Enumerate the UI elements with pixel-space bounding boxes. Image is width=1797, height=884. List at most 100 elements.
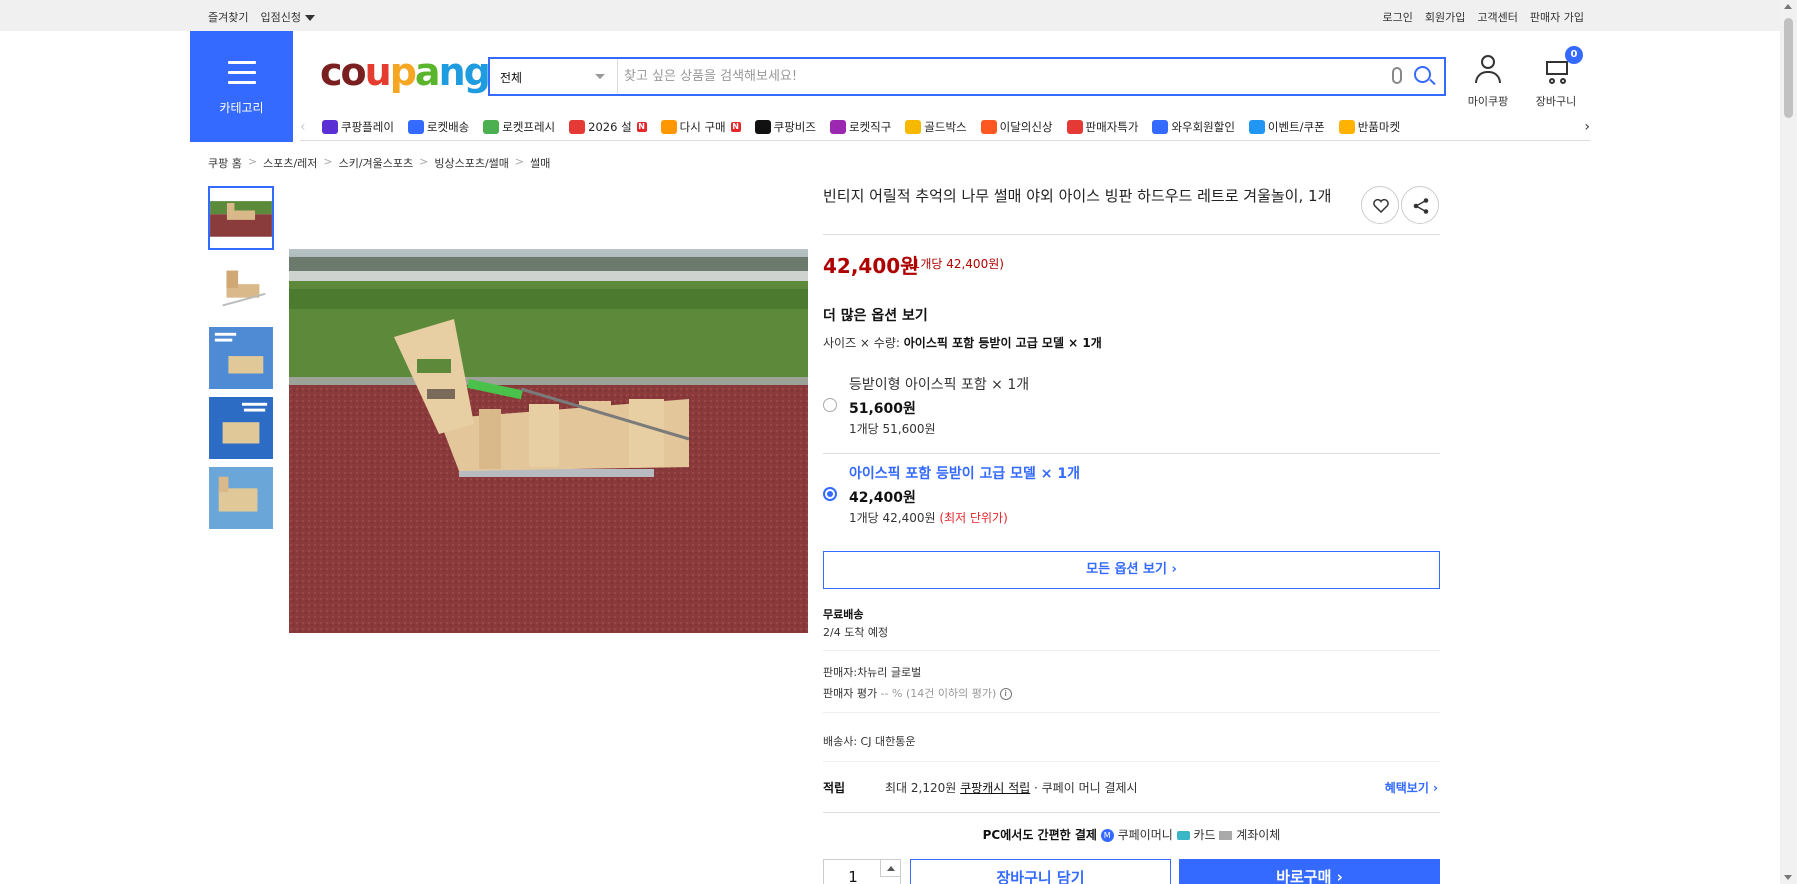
- dropdown-arrow-icon: [595, 74, 605, 79]
- nav-item-12[interactable]: 반품마켓: [1338, 119, 1401, 135]
- coupay-money-icon: M: [1100, 829, 1114, 842]
- customer-center-link[interactable]: 고객센터: [1477, 9, 1517, 25]
- nav-prev-icon[interactable]: ‹: [300, 119, 306, 135]
- reward-amount: 최대 2,120원: [885, 781, 957, 795]
- seller-name[interactable]: 판매자:차뉴리 글로벌: [823, 664, 921, 680]
- option-2-radio[interactable]: [823, 487, 837, 501]
- view-all-options-button[interactable]: 모든 옵션 보기 ›: [823, 551, 1440, 589]
- payment-heading: PC에서도 간편한 결제: [982, 828, 1097, 842]
- mycoupang-button[interactable]: 마이쿠팡: [1460, 52, 1516, 109]
- option-1-price: 51,600원: [849, 401, 916, 417]
- search-input[interactable]: [624, 59, 1384, 94]
- play-icon: [322, 120, 338, 134]
- nav-item-8[interactable]: 이달의신상: [980, 119, 1053, 135]
- quantity-value[interactable]: 1: [824, 860, 882, 884]
- microphone-icon[interactable]: [1392, 67, 1402, 84]
- reward-condition: · 쿠페이 머니 결제시: [1034, 781, 1138, 795]
- signup-link[interactable]: 회원가입: [1425, 9, 1465, 25]
- more-options-heading: 더 많은 옵션 보기: [823, 308, 928, 324]
- login-link[interactable]: 로그인: [1383, 9, 1413, 25]
- nav-item-0[interactable]: 쿠팡플레이: [322, 119, 394, 135]
- bank-transfer-icon: [1219, 831, 1233, 840]
- card-icon: [1176, 831, 1190, 840]
- nav-item-3[interactable]: 2026 설 N: [569, 119, 647, 135]
- seller-apply-link[interactable]: 입점신청: [260, 9, 315, 25]
- thumbnail-2[interactable]: [208, 256, 274, 320]
- share-icon: [1413, 198, 1429, 214]
- nav-item-2[interactable]: 로켓프레시: [483, 119, 555, 135]
- thumbnail-5[interactable]: [208, 466, 274, 530]
- main-product-image[interactable]: [289, 249, 808, 633]
- nav-item-label: 쿠팡플레이: [341, 120, 394, 134]
- carrier-info: 배송사: CJ 대한통운: [823, 735, 916, 748]
- nav-item-5[interactable]: 쿠팡비즈: [754, 119, 816, 135]
- wishlist-button[interactable]: [1361, 186, 1399, 224]
- wow-icon: [1152, 120, 1169, 134]
- seller-signup-link[interactable]: 판매자 가입: [1530, 9, 1584, 25]
- goldbox-icon: [905, 120, 922, 134]
- category-menu-button[interactable]: 카테고리: [190, 31, 293, 142]
- top-utility-bar: 즐겨찾기 입점신청 로그인 회원가입 고객센터 판매자 가입: [0, 0, 1780, 31]
- share-button[interactable]: [1401, 186, 1439, 224]
- nav-item-10[interactable]: 와우회원할인: [1152, 119, 1235, 135]
- buy-now-button[interactable]: 바로구매 ›: [1179, 859, 1440, 884]
- nav-item-label: 와우회원할인: [1171, 120, 1235, 134]
- nav-item-1[interactable]: 로켓배송: [407, 119, 470, 135]
- breadcrumb-item[interactable]: 스키/겨울스포츠: [339, 155, 414, 171]
- breadcrumb-item[interactable]: 스포츠/레저: [263, 155, 317, 171]
- payment-bank-transfer: 계좌이체: [1236, 828, 1281, 842]
- cart-label: 장바구니: [1535, 95, 1577, 108]
- category-label: 카테고리: [219, 101, 264, 115]
- thumbnail-3[interactable]: [208, 326, 274, 390]
- search-bar: 전체: [488, 57, 1446, 96]
- breadcrumb-item[interactable]: 빙상스포츠/썰매: [434, 155, 509, 171]
- nav-item-6[interactable]: 로켓직구: [829, 119, 891, 135]
- scroll-down-icon[interactable]: [1784, 875, 1792, 880]
- scroll-up-icon[interactable]: [1784, 4, 1792, 9]
- option-1-name: 등받이형 아이스픽 포함 × 1개: [849, 377, 1030, 393]
- coupang-cash-link[interactable]: 쿠팡캐시 적립: [960, 781, 1030, 795]
- new-badge: N: [636, 122, 647, 132]
- breadcrumb-separator-icon: >: [247, 155, 258, 168]
- option-item-2[interactable]: 아이스픽 포함 등받이 고급 모델 × 1개 42,400원 1개당 42,40…: [823, 463, 1440, 543]
- nav-item-label: 로켓배송: [426, 120, 470, 134]
- biz-icon: [754, 120, 771, 134]
- option-2-price: 42,400원: [849, 490, 916, 506]
- seller-rating-label: 판매자 평가: [823, 687, 878, 700]
- nav-item-7[interactable]: 골드박스: [905, 119, 967, 135]
- option-item-1[interactable]: 등받이형 아이스픽 포함 × 1개 51,600원 1개당 51,600원: [823, 374, 1440, 454]
- nav-item-label: 이달의신상: [999, 120, 1053, 134]
- nav-item-9[interactable]: 판매자특가: [1066, 119, 1138, 135]
- add-to-cart-button[interactable]: 장바구니 담기: [910, 859, 1171, 884]
- quantity-stepper[interactable]: 1: [823, 859, 901, 884]
- search-category-select[interactable]: 전체: [490, 59, 618, 94]
- nav-item-4[interactable]: 다시 구매 N: [660, 119, 741, 135]
- breadcrumb-item[interactable]: 썰매: [530, 155, 550, 171]
- quantity-up-icon[interactable]: [880, 860, 900, 877]
- nav-item-11[interactable]: 이벤트/쿠폰: [1248, 119, 1325, 135]
- breadcrumb-item[interactable]: 쿠팡 홈: [208, 155, 242, 171]
- return-market-icon: [1338, 120, 1355, 134]
- page-scrollbar[interactable]: [1780, 0, 1797, 884]
- seller-apply-label: 입점신청: [260, 11, 301, 24]
- reward-text: 최대 2,120원 쿠팡캐시 적립 · 쿠페이 머니 결제시: [885, 779, 1138, 796]
- nav-next-icon[interactable]: ›: [1584, 119, 1590, 135]
- thumbnail-4[interactable]: [208, 396, 274, 460]
- nav-item-label: 이벤트/쿠폰: [1267, 120, 1325, 134]
- search-icon[interactable]: [1414, 66, 1431, 83]
- seller-rating: 판매자 평가 -- % (14건 이하의 평가) i: [823, 685, 1012, 701]
- info-icon[interactable]: i: [999, 688, 1012, 700]
- nav-item-label: 반품마켓: [1357, 120, 1401, 134]
- coupang-logo[interactable]: coupang: [320, 50, 491, 94]
- option-1-radio[interactable]: [823, 398, 837, 412]
- thumbnail-1[interactable]: [208, 186, 274, 250]
- sale-price: 42,400원: [823, 254, 919, 278]
- caret-down-icon: [304, 15, 315, 21]
- bookmark-link[interactable]: 즐겨찾기: [208, 9, 248, 25]
- selected-option-summary: 사이즈 × 수량: 아이스픽 포함 등받이 고급 모델 × 1개: [823, 334, 1102, 351]
- option-2-per-text: 1개당 42,400원: [849, 511, 936, 525]
- scroll-thumb[interactable]: [1784, 18, 1793, 118]
- free-shipping-label: 무료배송: [823, 608, 864, 621]
- product-title: 빈티지 어릴적 추억의 나무 썰매 야외 아이스 빙판 하드우드 레트로 겨울놀…: [823, 187, 1332, 205]
- view-benefits-link[interactable]: 혜택보기 ›: [1385, 779, 1438, 796]
